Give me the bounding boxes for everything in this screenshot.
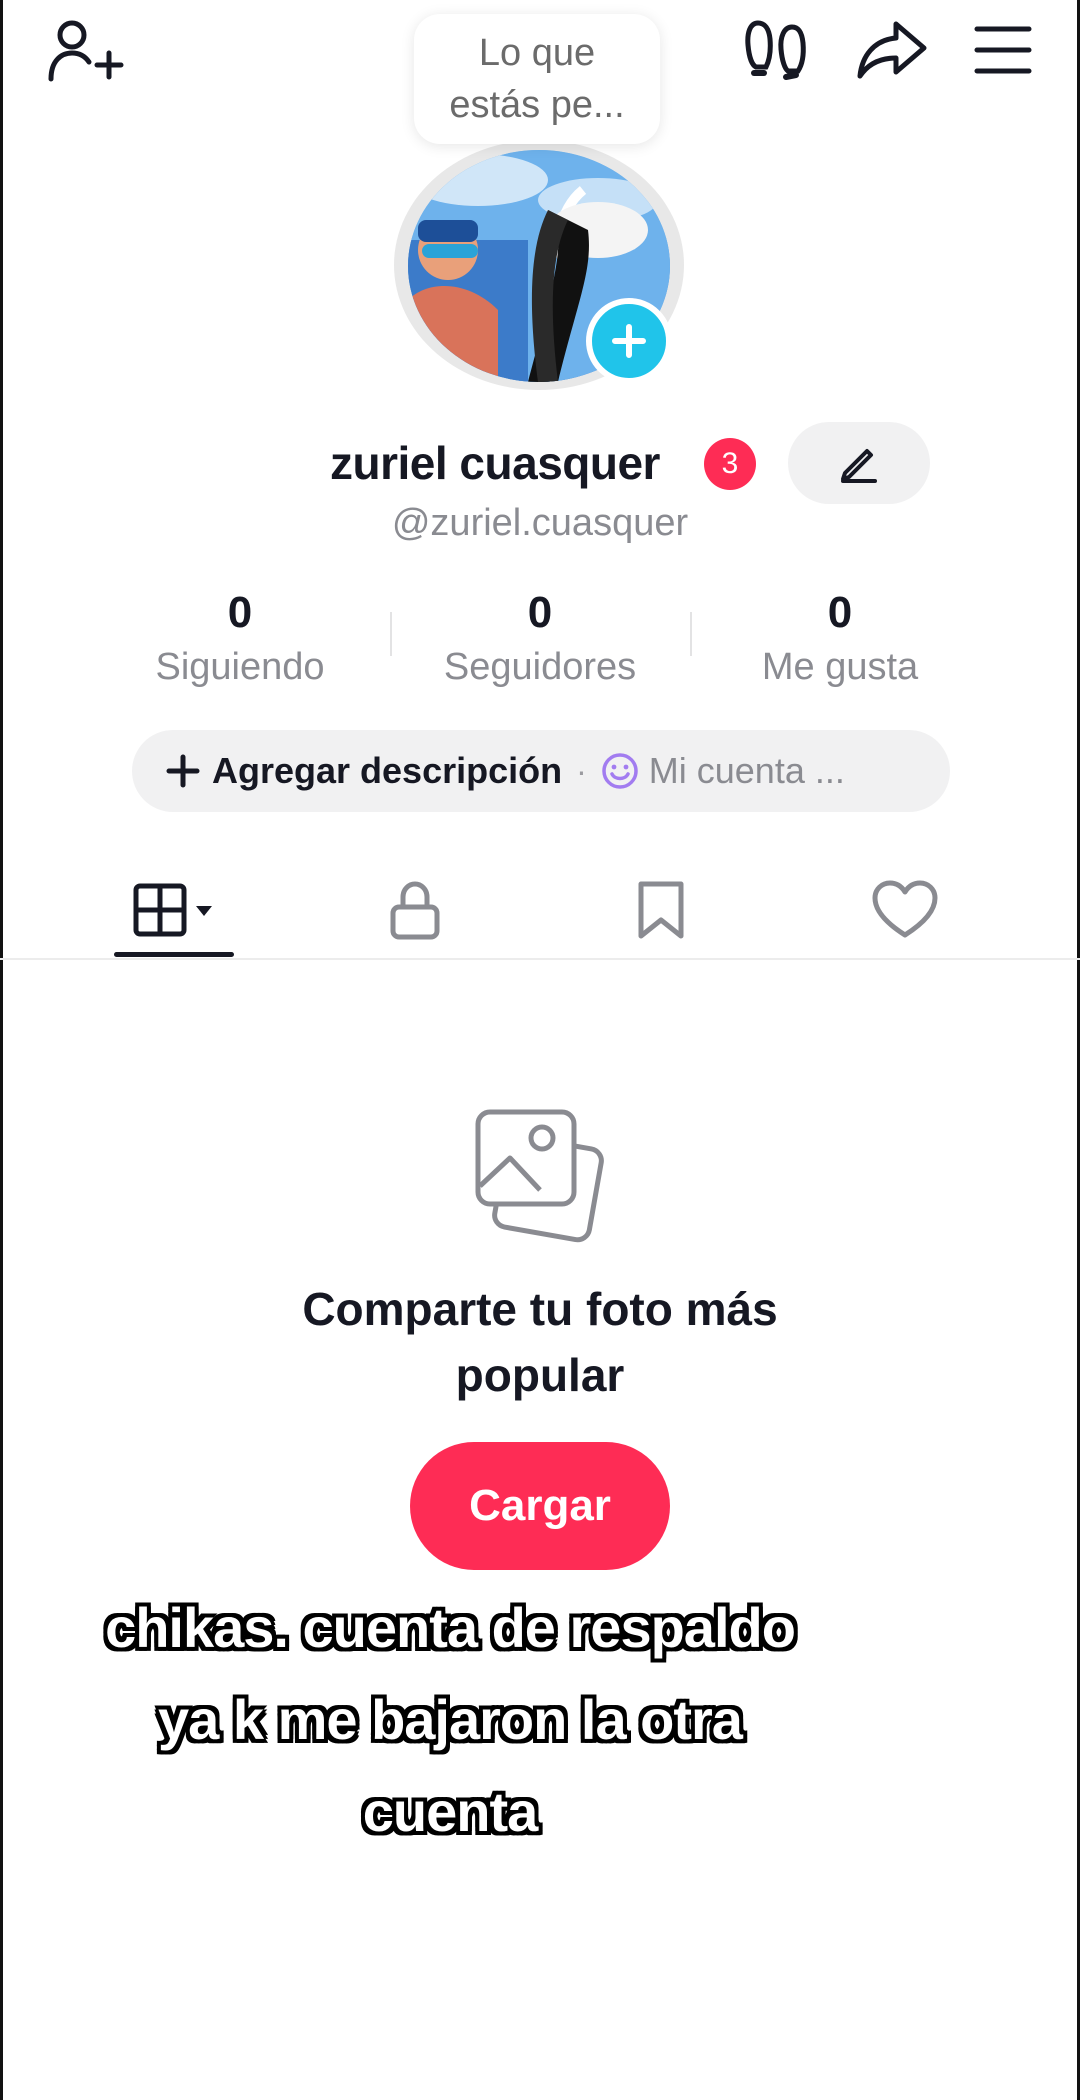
overlay-caption: chikas. cuenta de respaldo ya k me bajar… (105, 1596, 796, 1843)
menu-button[interactable] (958, 10, 1048, 90)
note-bubble-text: Lo que estás pe... (449, 32, 625, 126)
footprints-icon (745, 20, 806, 80)
edit-profile-button[interactable] (788, 422, 930, 504)
active-tab-indicator (114, 952, 234, 957)
likes-label: Me gusta (761, 646, 919, 688)
empty-state-title: Comparte tu foto más popular (302, 1283, 778, 1401)
display-name: zuriel cuasquer (330, 437, 660, 489)
tab-posts[interactable] (120, 860, 230, 960)
smiley-icon (602, 753, 638, 789)
menu-icon (974, 26, 1032, 74)
plus-icon (612, 324, 646, 358)
following-stat[interactable]: 0 Siguiendo (90, 584, 390, 692)
pencil-icon (841, 449, 877, 483)
tab-saved[interactable] (616, 860, 706, 960)
bio-separator: · (576, 752, 587, 789)
plus-icon (166, 754, 200, 788)
notification-badge: 3 (704, 438, 756, 490)
bio-bar[interactable]: Agregar descripción · Mi cuenta ... (132, 730, 950, 812)
following-label: Siguiendo (155, 646, 325, 688)
likes-count: 0 (827, 588, 853, 637)
tabs-divider (0, 958, 1080, 960)
tab-liked[interactable] (860, 860, 950, 960)
note-bubble[interactable]: Lo que estás pe... (414, 14, 660, 144)
username: @zuriel.cuasquer (391, 502, 689, 544)
profile-screen: Lo que estás pe... zuriel cuasquer 3 @zu… (0, 0, 1080, 2100)
likes-stat[interactable]: 0 Me gusta (690, 584, 990, 692)
bookmark-icon (638, 881, 684, 939)
heart-icon (872, 880, 938, 938)
followers-label: Seguidores (443, 646, 637, 688)
share-profile-button[interactable] (848, 10, 938, 90)
photo-icon (475, 1109, 604, 1243)
add-description-button[interactable]: Agregar descripción (212, 750, 562, 792)
followers-count: 0 (527, 588, 553, 637)
followers-stat[interactable]: 0 Seguidores (390, 584, 690, 692)
share-icon (857, 21, 927, 79)
tab-private[interactable] (370, 860, 460, 960)
grid-icon (133, 883, 212, 937)
add-friend-icon (48, 20, 124, 82)
account-status-link[interactable]: Mi cuenta ... (649, 750, 845, 792)
lock-icon (390, 881, 440, 940)
add-story-button[interactable] (586, 298, 672, 384)
following-count: 0 (227, 588, 253, 637)
add-friend-button[interactable] (40, 10, 130, 90)
upload-button[interactable]: Cargar (410, 1442, 670, 1570)
frame-edge-left (0, 0, 3, 2100)
profile-views-button[interactable] (732, 10, 822, 90)
